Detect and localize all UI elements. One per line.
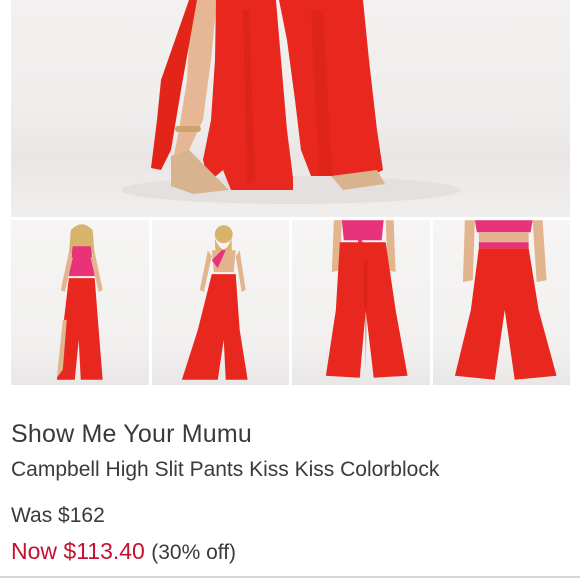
listing-page: Show Me Your Mumu Campbell High Slit Pan… xyxy=(0,0,580,580)
thumbnail-front-closeup[interactable] xyxy=(292,220,430,385)
brand-name[interactable]: Show Me Your Mumu xyxy=(11,420,252,449)
original-price: Was $162 xyxy=(11,504,105,527)
thumbnail-front-pose[interactable] xyxy=(11,220,149,385)
thumbnail-back-pose[interactable] xyxy=(151,220,289,385)
thumbnail-strip xyxy=(11,220,570,385)
thumbnail-back-closeup[interactable] xyxy=(432,220,570,385)
sale-price: Now $113.40 xyxy=(11,538,145,564)
discount-label: (30% off) xyxy=(151,541,237,564)
product-title: Campbell High Slit Pants Kiss Kiss Color… xyxy=(11,458,440,481)
main-product-image[interactable] xyxy=(11,0,570,217)
thumbnail-illustration xyxy=(454,220,557,380)
divider xyxy=(0,576,580,578)
thumbnail-illustration xyxy=(181,225,248,380)
hero-photo-illustration xyxy=(121,0,461,204)
sale-price-row: Now $113.40 (30% off) xyxy=(11,538,236,565)
thumbnail-illustration xyxy=(56,224,103,380)
thumbnail-illustration xyxy=(325,220,408,378)
